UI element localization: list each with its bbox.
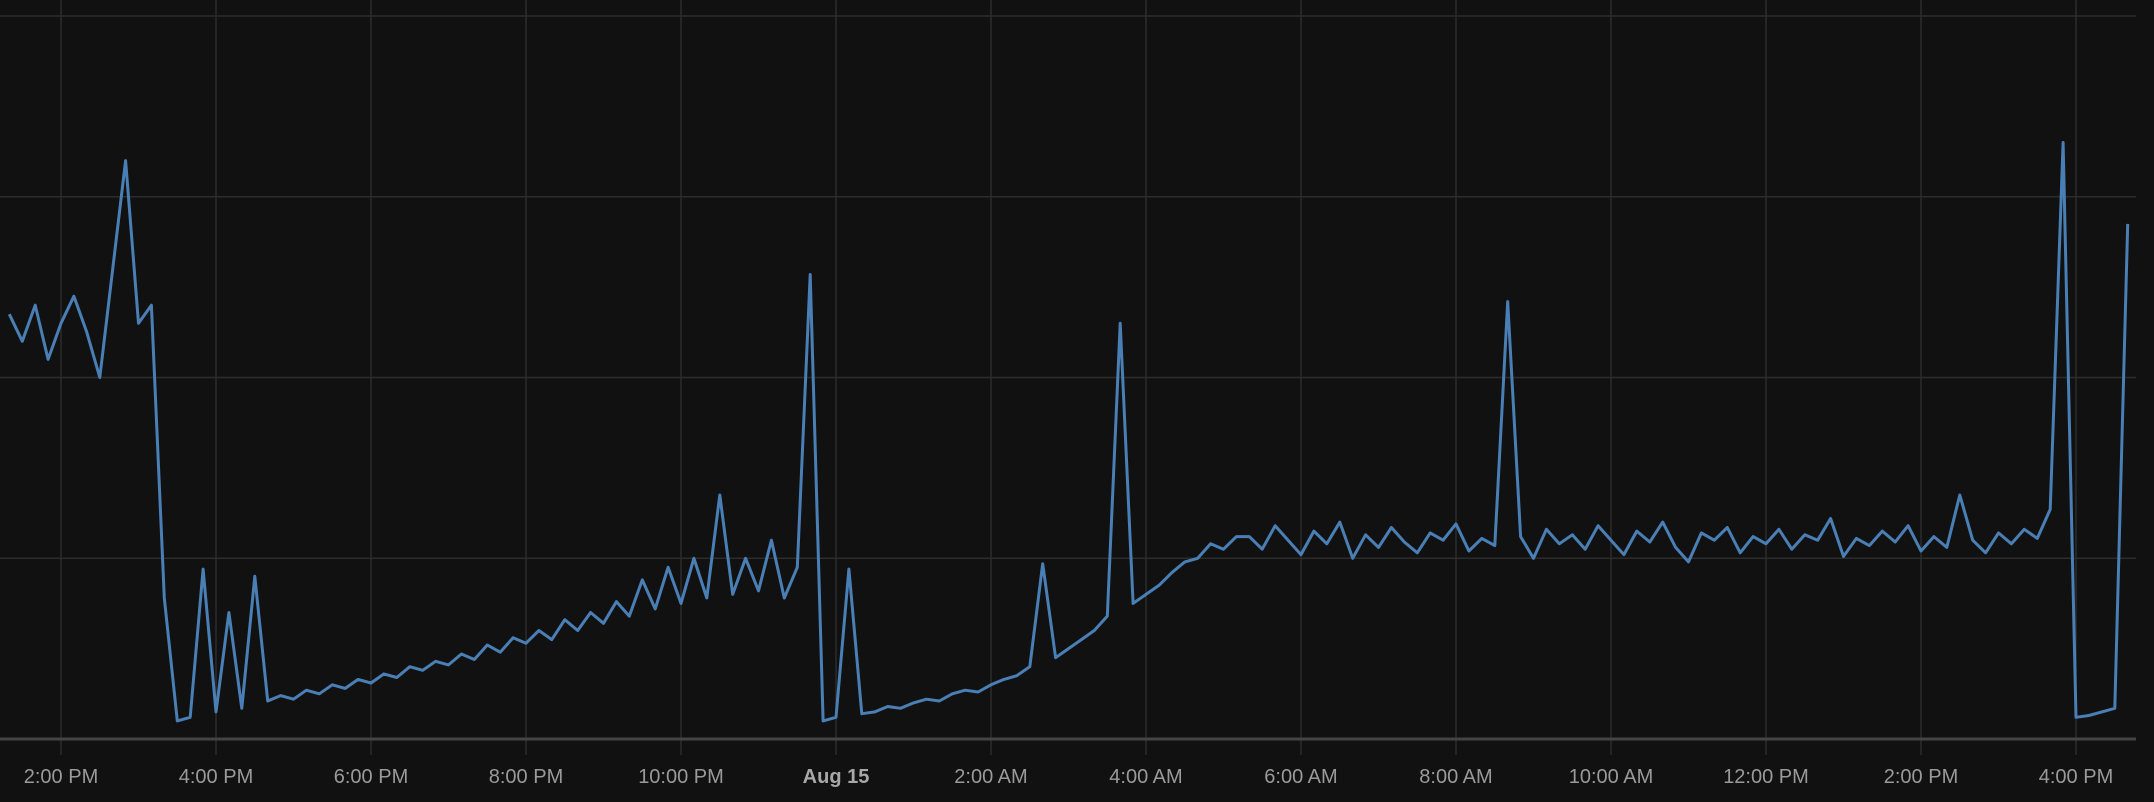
x-tick-label: 10:00 PM (638, 766, 724, 788)
x-tick-label: 2:00 AM (954, 766, 1027, 788)
x-tick-label: 2:00 PM (1884, 766, 1958, 788)
x-tick-label: 6:00 AM (1264, 766, 1337, 788)
x-axis-ticks: 2:00 PM 4:00 PM 6:00 PM 8:00 PM 10:00 PM Aug … (24, 766, 2113, 788)
x-tick-label: 6:00 PM (334, 766, 408, 788)
x-tick-label: 10:00 AM (1569, 766, 1654, 788)
x-tick-label: 4:00 PM (179, 766, 253, 788)
x-tick-label: 4:00 PM (2039, 766, 2113, 788)
horizontal-gridlines (0, 15, 2136, 559)
x-tick-label: 12:00 PM (1723, 766, 1809, 788)
x-tick-label: Aug 15 (803, 766, 870, 788)
x-tick-label: 8:00 AM (1419, 766, 1492, 788)
x-tick-label: 2:00 PM (24, 766, 98, 788)
x-tick-label: 8:00 PM (489, 766, 563, 788)
x-tick-label: 4:00 AM (1109, 766, 1182, 788)
series-line (7, 141, 2130, 723)
time-series-chart: 2:00 PM 4:00 PM 6:00 PM 8:00 PM 10:00 PM Aug … (0, 0, 2136, 788)
